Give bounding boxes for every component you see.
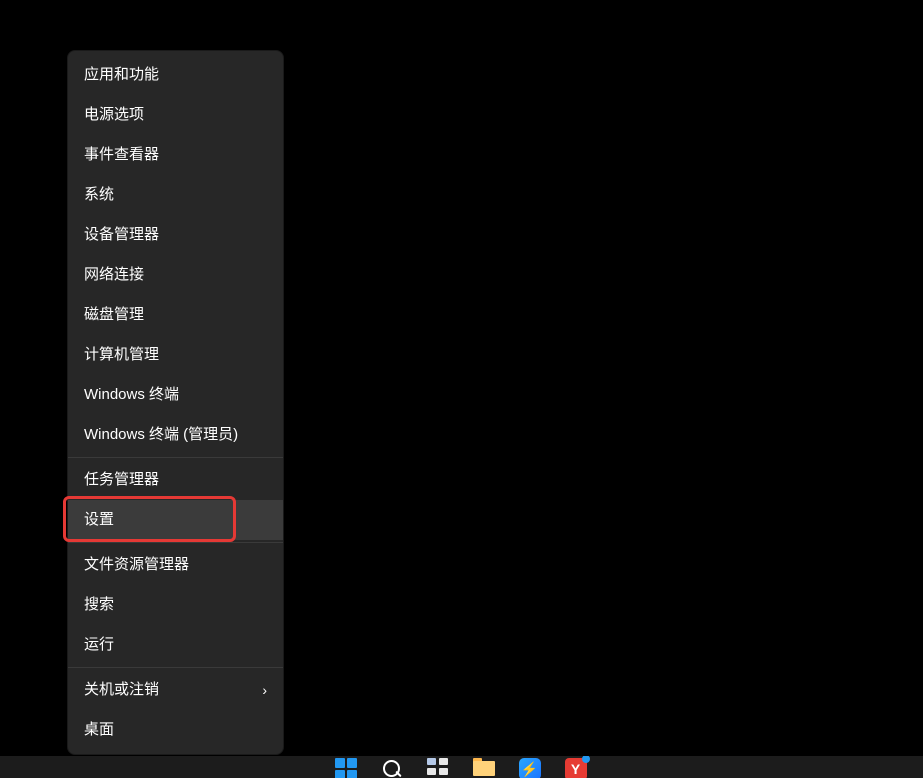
menu-item-label: 网络连接 bbox=[84, 266, 144, 283]
menu-item-label: 运行 bbox=[84, 636, 114, 653]
menu-item-system[interactable]: 系统 bbox=[68, 175, 283, 215]
menu-item-label: Windows 终端 bbox=[84, 386, 179, 403]
taskview-icon bbox=[427, 758, 451, 775]
red-app-button[interactable]: Y bbox=[565, 758, 589, 778]
menu-item-label: 事件查看器 bbox=[84, 146, 159, 163]
windows-icon bbox=[335, 758, 359, 778]
winx-context-menu: 应用和功能 电源选项 事件查看器 系统 设备管理器 网络连接 磁盘管理 计算机管… bbox=[67, 50, 284, 755]
menu-item-computer-management[interactable]: 计算机管理 bbox=[68, 335, 283, 375]
menu-item-settings[interactable]: 设置 bbox=[68, 500, 283, 540]
menu-item-label: 桌面 bbox=[84, 721, 114, 738]
start-button[interactable] bbox=[335, 758, 359, 778]
menu-item-event-viewer[interactable]: 事件查看器 bbox=[68, 135, 283, 175]
menu-item-label: Windows 终端 (管理员) bbox=[84, 426, 238, 443]
menu-item-windows-terminal-admin[interactable]: Windows 终端 (管理员) bbox=[68, 415, 283, 455]
taskbar: ⚡ Y bbox=[0, 756, 923, 778]
menu-item-label: 设备管理器 bbox=[84, 226, 159, 243]
red-app-icon: Y bbox=[565, 758, 587, 778]
menu-separator bbox=[68, 457, 283, 458]
menu-item-label: 关机或注销 bbox=[84, 681, 159, 698]
menu-item-windows-terminal[interactable]: Windows 终端 bbox=[68, 375, 283, 415]
menu-item-file-explorer[interactable]: 文件资源管理器 bbox=[68, 545, 283, 585]
file-explorer-button[interactable] bbox=[473, 758, 497, 778]
menu-item-apps-features[interactable]: 应用和功能 bbox=[68, 55, 283, 95]
thunder-icon: ⚡ bbox=[519, 758, 541, 778]
menu-item-label: 电源选项 bbox=[84, 106, 144, 123]
taskbar-items: ⚡ Y bbox=[335, 758, 589, 778]
menu-item-label: 任务管理器 bbox=[84, 471, 159, 488]
menu-item-desktop[interactable]: 桌面 bbox=[68, 710, 283, 750]
menu-item-task-manager[interactable]: 任务管理器 bbox=[68, 460, 283, 500]
menu-item-search[interactable]: 搜索 bbox=[68, 585, 283, 625]
chevron-right-icon: › bbox=[262, 679, 267, 701]
notification-dot-icon bbox=[582, 756, 590, 763]
menu-item-label: 文件资源管理器 bbox=[84, 556, 189, 573]
menu-item-disk-management[interactable]: 磁盘管理 bbox=[68, 295, 283, 335]
thunder-app-button[interactable]: ⚡ bbox=[519, 758, 543, 778]
menu-item-label: 搜索 bbox=[84, 596, 114, 613]
menu-item-shutdown-signout[interactable]: 关机或注销 › bbox=[68, 670, 283, 710]
menu-item-label: 磁盘管理 bbox=[84, 306, 144, 323]
task-view-button[interactable] bbox=[427, 758, 451, 778]
menu-item-label: 设置 bbox=[84, 511, 114, 528]
menu-separator bbox=[68, 542, 283, 543]
menu-item-power-options[interactable]: 电源选项 bbox=[68, 95, 283, 135]
menu-separator bbox=[68, 667, 283, 668]
menu-item-device-manager[interactable]: 设备管理器 bbox=[68, 215, 283, 255]
menu-item-network-connections[interactable]: 网络连接 bbox=[68, 255, 283, 295]
menu-item-label: 计算机管理 bbox=[84, 346, 159, 363]
menu-item-label: 应用和功能 bbox=[84, 66, 159, 83]
menu-item-run[interactable]: 运行 bbox=[68, 625, 283, 665]
menu-item-label: 系统 bbox=[84, 186, 114, 203]
search-button[interactable] bbox=[381, 758, 405, 778]
